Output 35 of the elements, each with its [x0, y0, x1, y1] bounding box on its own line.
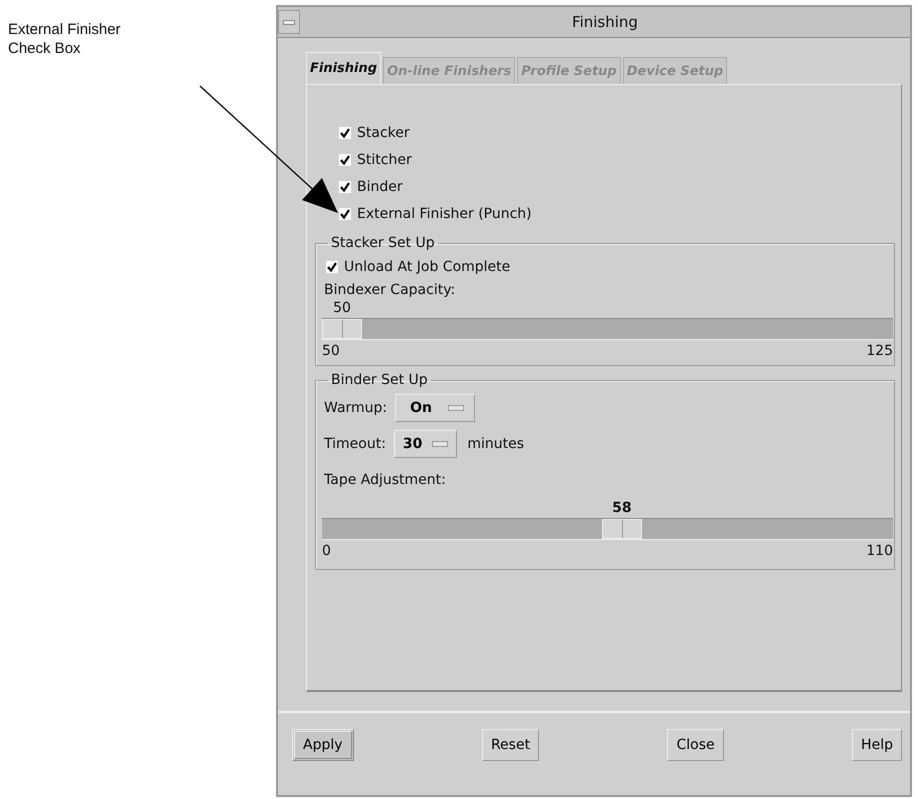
field-label: Warmup: [323, 400, 388, 416]
slider-max-label: 110 [866, 543, 893, 559]
checkbox[interactable] [339, 180, 351, 192]
push-button[interactable]: Apply [292, 729, 354, 761]
checkbox[interactable] [339, 208, 351, 220]
checkbox[interactable] [339, 126, 351, 138]
slider-label: Tape Adjustment: [323, 472, 447, 488]
checkbox-label: Binder [357, 178, 403, 194]
field-label: Timeout: [323, 436, 386, 452]
window-menu-button[interactable] [278, 10, 300, 34]
callout-label: External Finisher Check Box [8, 20, 122, 58]
slider-thumb[interactable] [322, 319, 362, 339]
tab[interactable]: Finishing [306, 52, 382, 84]
option-menu[interactable]: 30 [394, 430, 458, 458]
slider-min-label: 50 [322, 343, 340, 359]
push-button[interactable]: Help [852, 729, 902, 761]
slider-value: 50 [332, 300, 352, 316]
slider-max-label: 125 [866, 343, 893, 359]
group-title: Stacker Set Up [330, 235, 436, 251]
unit-label: minutes [466, 436, 524, 452]
slider-min-label: 0 [322, 543, 331, 559]
checkbox-label: Unload At Job Complete [344, 258, 510, 274]
slider-label: Bindexer Capacity: [323, 282, 456, 298]
checkbox-label: External Finisher (Punch) [357, 206, 532, 222]
window-title: Finishing [571, 13, 639, 31]
slider-thumb[interactable] [602, 519, 642, 539]
checkbox-label: Stitcher [357, 152, 412, 168]
push-button[interactable]: Close [667, 729, 724, 761]
group-title: Binder Set Up [330, 372, 429, 388]
slider-value: 58 [611, 500, 633, 516]
push-button[interactable]: Reset [482, 729, 540, 761]
checkbox-label: Stacker [357, 124, 410, 140]
option-menu[interactable]: On [395, 394, 476, 422]
checkbox[interactable] [326, 260, 338, 272]
checkbox[interactable] [339, 154, 351, 166]
